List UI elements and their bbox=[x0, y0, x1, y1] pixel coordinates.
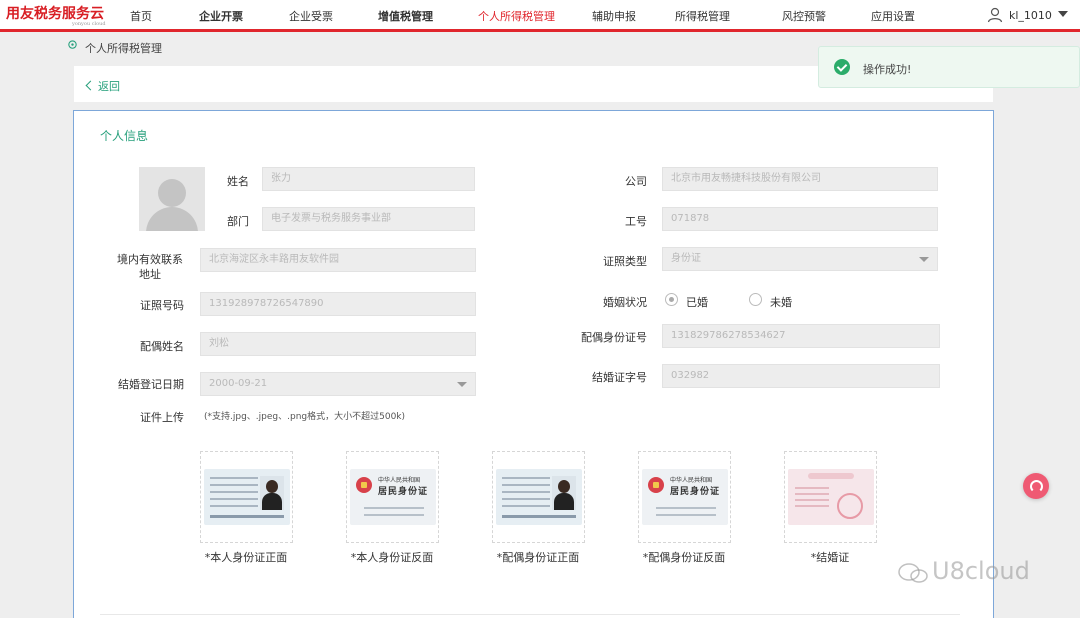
chevron-left-icon bbox=[85, 80, 96, 91]
avatar[interactable] bbox=[139, 167, 205, 231]
watermark: U8cloud bbox=[932, 557, 1030, 585]
user-icon[interactable] bbox=[987, 7, 1003, 23]
caret-down-icon bbox=[919, 257, 929, 262]
breadcrumb[interactable]: 个人所得税管理 bbox=[85, 40, 162, 56]
brand-logo[interactable]: 用友税务服务云 bbox=[6, 3, 104, 23]
nav-item-vat-management[interactable]: 增值税管理 bbox=[378, 8, 433, 24]
check-circle-icon bbox=[834, 59, 850, 75]
toast-message: 操作成功! bbox=[863, 63, 912, 76]
id-back-title: 居民身份证 bbox=[670, 487, 721, 497]
wechat-icon bbox=[898, 563, 928, 583]
department-field[interactable]: 电子发票与税务服务事业部 bbox=[262, 207, 475, 231]
department-label: 部门 bbox=[227, 215, 249, 228]
back-button[interactable]: 返回 bbox=[85, 78, 120, 94]
id-card-front-image bbox=[496, 469, 582, 525]
nav-item-enterprise-receiving[interactable]: 企业受票 bbox=[289, 8, 333, 24]
nav-item-enterprise-invoicing[interactable]: 企业开票 bbox=[199, 8, 243, 24]
id-card-front-image bbox=[204, 469, 290, 525]
address-field[interactable]: 北京海淀区永丰路用友软件园 bbox=[200, 248, 476, 272]
caret-down-icon bbox=[457, 382, 467, 387]
id-number-field[interactable]: 13192897872654789​0 bbox=[200, 292, 476, 316]
marital-status-label: 婚姻状况 bbox=[603, 296, 647, 309]
upload-spouse-id-back-caption: *配偶身份证反面 bbox=[642, 551, 726, 564]
address-label: 境内有效联系地址 bbox=[117, 253, 183, 281]
nav-item-home[interactable]: 首页 bbox=[130, 8, 152, 24]
name-field[interactable]: 张力 bbox=[262, 167, 475, 191]
upload-spouse-id-back[interactable]: 中华人民共和国 居民身份证 bbox=[638, 451, 731, 543]
unmarried-radio-label[interactable]: 未婚 bbox=[770, 294, 792, 310]
seal-icon bbox=[837, 493, 863, 519]
spouse-id-field[interactable]: 131829786278534627 bbox=[662, 324, 940, 348]
national-emblem-icon bbox=[356, 477, 372, 493]
section-title: 个人信息 bbox=[100, 129, 149, 143]
id-card-back-image: 中华人民共和国 居民身份证 bbox=[642, 469, 728, 525]
id-back-title: 居民身份证 bbox=[378, 487, 429, 497]
back-label: 返回 bbox=[98, 80, 120, 93]
upload-marriage-certificate[interactable] bbox=[784, 451, 877, 543]
upload-own-id-back-caption: *本人身份证反面 bbox=[350, 551, 434, 564]
upload-own-id-front[interactable] bbox=[200, 451, 293, 543]
unmarried-radio[interactable] bbox=[749, 293, 762, 306]
marriage-cert-no-field[interactable]: 032982 bbox=[662, 364, 940, 388]
upload-marriage-certificate-caption: *结婚证 bbox=[810, 551, 850, 564]
upload-own-id-front-caption: *本人身份证正面 bbox=[204, 551, 288, 564]
top-nav-bar: 用友税务服务云 yonyou cloud 首页 企业开票 企业受票 增值税管理 … bbox=[0, 0, 1080, 32]
nav-item-app-settings[interactable]: 应用设置 bbox=[871, 8, 915, 24]
registration-date-value: 2000-09-21 bbox=[209, 378, 268, 389]
upload-spouse-id-front[interactable] bbox=[492, 451, 585, 543]
brand-logo-sub: yonyou cloud bbox=[72, 21, 106, 27]
nav-item-auxiliary-declaration[interactable]: 辅助申报 bbox=[592, 8, 636, 24]
spouse-name-field[interactable]: 刘松 bbox=[200, 332, 476, 356]
id-type-select[interactable]: 身份证 bbox=[662, 247, 938, 271]
spouse-name-label: 配偶姓名 bbox=[140, 340, 184, 353]
upload-hint: (*支持.jpg、.jpeg、.png格式，大小不超过500k) bbox=[204, 412, 406, 422]
company-field[interactable]: 北京市用友畅捷科技股份有限公司 bbox=[662, 167, 938, 191]
caret-down-icon[interactable] bbox=[1058, 11, 1068, 17]
location-pin-icon bbox=[68, 40, 77, 49]
employee-no-label: 工号 bbox=[625, 215, 647, 228]
id-back-title-small: 中华人民共和国 bbox=[670, 477, 713, 484]
upload-own-id-back[interactable]: 中华人民共和国 居民身份证 bbox=[346, 451, 439, 543]
upload-label: 证件上传 bbox=[140, 411, 184, 424]
divider bbox=[100, 614, 960, 615]
personal-info-card: 个人信息 姓名 张力 部门 电子发票与税务服务事业部 境内有效联系地址 北京海淀… bbox=[73, 110, 994, 618]
nav-item-risk-warning[interactable]: 风控预警 bbox=[782, 8, 826, 24]
marriage-certificate-image bbox=[788, 469, 874, 525]
customer-service-button[interactable] bbox=[1023, 473, 1049, 499]
id-back-title-small: 中华人民共和国 bbox=[378, 477, 421, 484]
marriage-cert-no-label: 结婚证字号 bbox=[592, 371, 647, 384]
upload-spouse-id-front-caption: *配偶身份证正面 bbox=[496, 551, 580, 564]
national-emblem-icon bbox=[648, 477, 664, 493]
username[interactable]: kl_1010 bbox=[1009, 9, 1052, 22]
registration-date-picker[interactable]: 2000-09-21 bbox=[200, 372, 476, 396]
id-type-value: 身份证 bbox=[671, 253, 701, 264]
married-radio[interactable] bbox=[665, 293, 678, 306]
id-card-back-image: 中华人民共和国 居民身份证 bbox=[350, 469, 436, 525]
employee-no-field[interactable]: 071878 bbox=[662, 207, 938, 231]
success-toast: 操作成功! bbox=[818, 46, 1080, 88]
id-number-label: 证照号码 bbox=[140, 299, 184, 312]
spouse-id-label: 配偶身份证号 bbox=[581, 331, 647, 344]
name-label: 姓名 bbox=[227, 175, 249, 188]
nav-item-personal-income-tax[interactable]: 个人所得税管理 bbox=[478, 8, 555, 24]
married-radio-label[interactable]: 已婚 bbox=[686, 294, 708, 310]
nav-item-income-tax-management[interactable]: 所得税管理 bbox=[675, 8, 730, 24]
company-label: 公司 bbox=[625, 175, 647, 188]
registration-date-label: 结婚登记日期 bbox=[118, 378, 184, 391]
id-type-label: 证照类型 bbox=[603, 255, 647, 268]
